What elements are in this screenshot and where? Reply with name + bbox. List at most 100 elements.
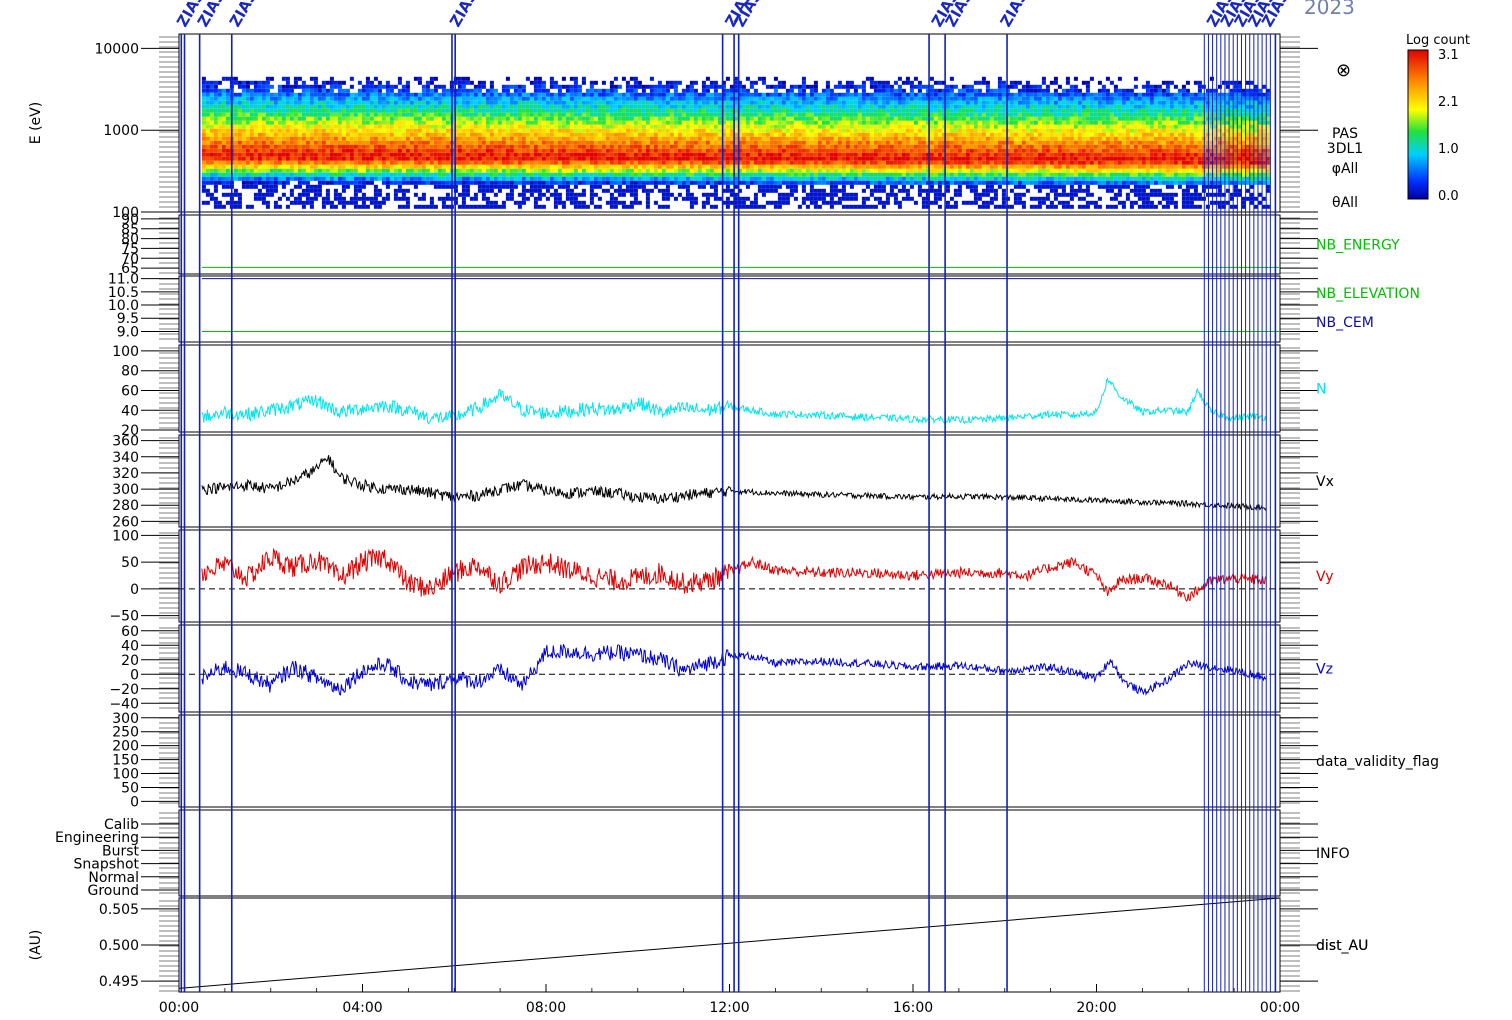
spectrogram-cell <box>457 132 462 137</box>
spectrogram-cell <box>377 132 382 137</box>
spectrogram-cell <box>781 180 786 185</box>
spectrogram-cell <box>237 168 242 173</box>
spectrogram-cell <box>425 152 430 157</box>
spectrogram-cell <box>501 156 506 161</box>
spectrogram-cell <box>769 84 774 89</box>
spectrogram-cell <box>749 164 754 169</box>
spectrogram-cell <box>513 108 518 113</box>
spectrogram-cell <box>609 196 614 201</box>
spectrogram-cell <box>521 116 526 121</box>
spectrogram-cell <box>305 108 310 113</box>
spectrogram-cell <box>245 128 250 133</box>
spectrogram-cell <box>625 160 630 165</box>
spectrogram-cell <box>837 144 842 149</box>
spectrogram-cell <box>233 204 238 209</box>
spectrogram-cell <box>573 96 578 101</box>
spectrogram-cell <box>421 204 426 209</box>
spectrogram-cell <box>345 184 350 189</box>
spectrogram-cell <box>653 144 658 149</box>
spectrogram-cell <box>781 100 786 105</box>
spectrogram-cell <box>761 128 766 133</box>
spectrogram-cell <box>869 116 874 121</box>
spectrogram-cell <box>829 200 834 205</box>
spectrogram-cell <box>713 136 718 141</box>
spectrogram-cell <box>697 108 702 113</box>
spectrogram-cell <box>405 168 410 173</box>
spectrogram-cell <box>701 80 706 85</box>
spectrogram-cell <box>865 108 870 113</box>
spectrogram-cell <box>441 196 446 201</box>
spectrogram-cell <box>749 144 754 149</box>
spectrogram-cell <box>333 136 338 141</box>
spectrogram-cell <box>325 172 330 177</box>
spectrogram-cell <box>557 100 562 105</box>
spectrogram-cell <box>389 148 394 153</box>
spectrogram-cell <box>505 104 510 109</box>
spectrogram-cell <box>269 104 274 109</box>
spectrogram-cell <box>837 100 842 105</box>
spectrogram-cell <box>785 96 790 101</box>
spectrogram-cell <box>769 200 774 205</box>
spectrogram-cell <box>661 132 666 137</box>
spectrogram-cell <box>377 96 382 101</box>
spectrogram-cell <box>397 184 402 189</box>
spectrogram-cell <box>213 152 218 157</box>
spectrogram-cell <box>837 116 842 121</box>
spectrogram-cell <box>765 96 770 101</box>
spectrogram-cell <box>825 144 830 149</box>
spectrogram-cell <box>813 156 818 161</box>
spectrogram-cell <box>337 132 342 137</box>
spectrogram-cell <box>585 108 590 113</box>
spectrogram-cell <box>517 152 522 157</box>
spectrogram-cell <box>761 156 766 161</box>
spectrogram-cell <box>541 124 546 129</box>
spectrogram-cell <box>765 100 770 105</box>
spectrogram-cell <box>585 132 590 137</box>
spectrogram-cell <box>497 152 502 157</box>
spectrogram-cell <box>585 164 590 169</box>
spectrogram-cell <box>201 112 206 117</box>
spectrogram-cell <box>497 100 502 105</box>
spectrogram-cell <box>893 128 898 133</box>
spectrogram-cell <box>753 176 758 181</box>
spectrogram-cell <box>413 120 418 125</box>
spectrogram-cell <box>813 108 818 113</box>
spectrogram-cell <box>669 92 674 97</box>
spectrogram-cell <box>233 160 238 165</box>
spectrogram-cell <box>313 120 318 125</box>
spectrogram-cell <box>321 84 326 89</box>
spectrogram-cell <box>629 184 634 189</box>
spectrogram-cell <box>717 100 722 105</box>
spectrogram-cell <box>581 152 586 157</box>
spectrogram-cell <box>569 108 574 113</box>
spectrogram-cell <box>245 84 250 89</box>
spectrogram-cell <box>501 180 506 185</box>
spectrogram-cell <box>805 160 810 165</box>
spectrogram-cell <box>569 112 574 117</box>
spectrogram-cell <box>417 196 422 201</box>
spectrogram-cell <box>373 104 378 109</box>
spectrogram-cell <box>821 128 826 133</box>
spectrogram-cell <box>393 168 398 173</box>
spectrogram-cell <box>277 128 282 133</box>
spectrogram-cell <box>433 164 438 169</box>
spectrogram-cell <box>761 108 766 113</box>
spectrogram-cell <box>253 180 258 185</box>
spectrogram-cell <box>757 144 762 149</box>
spectrogram-cell <box>465 184 470 189</box>
spectrogram-cell <box>337 100 342 105</box>
spectrogram-cell <box>689 104 694 109</box>
spectrogram-cell <box>473 128 478 133</box>
spectrogram-cell <box>549 148 554 153</box>
spectrogram-cell <box>345 180 350 185</box>
spectrogram-cell <box>793 116 798 121</box>
spectrogram-cell <box>465 192 470 197</box>
spectrogram-cell <box>629 192 634 197</box>
spectrogram-cell <box>761 124 766 129</box>
spectrogram-cell <box>473 104 478 109</box>
spectrogram-cell <box>745 196 750 201</box>
spectrogram-cell <box>385 84 390 89</box>
spectrogram-cell <box>461 80 466 85</box>
spectrogram-cell <box>701 112 706 117</box>
spectrogram-cell <box>209 124 214 129</box>
